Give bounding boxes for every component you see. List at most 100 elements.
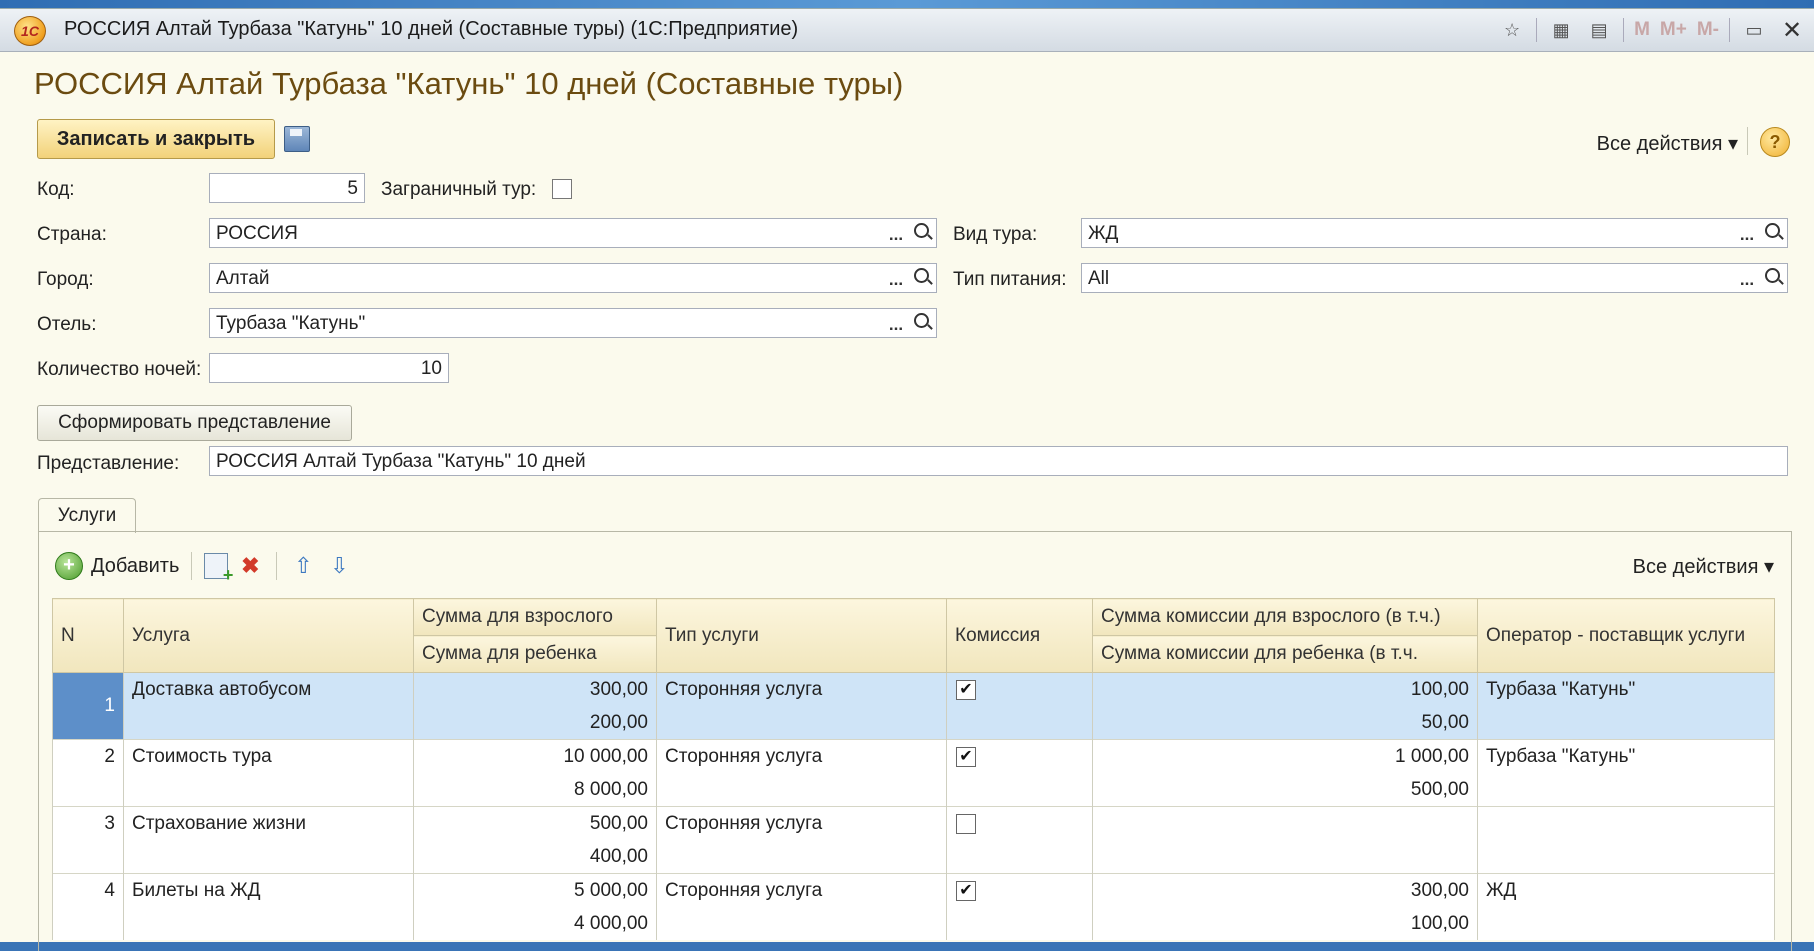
- child-sum-cell[interactable]: 4 000,00: [413, 907, 657, 940]
- operator-cell[interactable]: Турбаза "Катунь": [1477, 672, 1775, 740]
- hotel-field[interactable]: Турбаза "Катунь": [209, 308, 937, 338]
- move-up-icon[interactable]: ⇧: [289, 552, 317, 580]
- column-header-service[interactable]: Услуга: [123, 598, 414, 673]
- operator-cell[interactable]: [1477, 806, 1775, 874]
- column-header-operator[interactable]: Оператор - поставщик услуги: [1477, 598, 1775, 673]
- child-commission-cell[interactable]: 100,00: [1092, 907, 1478, 940]
- service-cell[interactable]: Билеты на ЖД: [123, 873, 414, 940]
- commission-cell[interactable]: ✔: [946, 672, 1093, 740]
- separator: [191, 552, 193, 580]
- meal-type-search-icon[interactable]: [1761, 263, 1785, 293]
- add-icon[interactable]: +: [55, 552, 83, 580]
- child-sum-cell[interactable]: 8 000,00: [413, 773, 657, 807]
- meal-type-field[interactable]: All: [1081, 263, 1788, 293]
- service-cell[interactable]: Стоимость тура: [123, 739, 414, 807]
- row-number: 2: [52, 739, 124, 807]
- column-header-adult-sum[interactable]: Сумма для взрослого: [413, 598, 657, 636]
- service-type-cell[interactable]: Сторонняя услуга: [656, 672, 947, 740]
- adult-commission-cell[interactable]: 300,00: [1092, 873, 1478, 907]
- tour-type-search-icon[interactable]: [1761, 218, 1785, 248]
- services-toolbar: + Добавить ✖ ⇧ ⇩: [55, 549, 353, 586]
- column-header-child-commission[interactable]: Сумма комиссии для ребенка (в т.ч.: [1092, 635, 1478, 673]
- service-cell[interactable]: Доставка автобусом: [123, 672, 414, 740]
- row-number: 1: [52, 672, 124, 740]
- memory-plus-button[interactable]: M+: [1660, 16, 1687, 44]
- child-commission-cell[interactable]: 500,00: [1092, 773, 1478, 807]
- adult-sum-cell[interactable]: 300,00: [413, 672, 657, 706]
- adult-commission-cell[interactable]: 100,00: [1092, 672, 1478, 706]
- child-sum-cell[interactable]: 400,00: [413, 840, 657, 874]
- separator: [1623, 18, 1625, 42]
- move-down-icon[interactable]: ⇩: [325, 552, 353, 580]
- service-cell[interactable]: Страхование жизни: [123, 806, 414, 874]
- adult-commission-cell[interactable]: 1 000,00: [1092, 739, 1478, 773]
- child-commission-cell[interactable]: 50,00: [1092, 706, 1478, 740]
- restore-icon[interactable]: ▭: [1740, 16, 1768, 44]
- add-button[interactable]: Добавить: [91, 555, 179, 578]
- city-field[interactable]: Алтай: [209, 263, 937, 293]
- column-header-service-type[interactable]: Тип услуги: [656, 598, 947, 673]
- table-row[interactable]: 4 Билеты на ЖД 5 000,00 Сторонняя услуга…: [52, 873, 1775, 940]
- column-header-child-sum[interactable]: Сумма для ребенка: [413, 635, 657, 673]
- calculator-icon[interactable]: ▦: [1547, 16, 1575, 44]
- country-field[interactable]: РОССИЯ: [209, 218, 937, 248]
- hotel-select-button[interactable]: ...: [884, 308, 908, 338]
- close-icon[interactable]: ✕: [1778, 16, 1806, 44]
- help-icon[interactable]: ?: [1760, 127, 1790, 157]
- foreign-tour-label: Заграничный тур:: [381, 179, 537, 200]
- table-row[interactable]: 2 Стоимость тура 10 000,00 Сторонняя усл…: [52, 739, 1775, 807]
- foreign-tour-checkbox[interactable]: [552, 179, 572, 199]
- operator-cell[interactable]: Турбаза "Катунь": [1477, 739, 1775, 807]
- service-type-cell[interactable]: Сторонняя услуга: [656, 873, 947, 940]
- nights-label: Количество ночей:: [37, 359, 202, 380]
- meal-type-select-button[interactable]: ...: [1735, 263, 1759, 293]
- nights-field[interactable]: 10: [209, 353, 449, 383]
- commission-cell[interactable]: ✔: [946, 739, 1093, 807]
- adult-sum-cell[interactable]: 5 000,00: [413, 873, 657, 907]
- adult-commission-cell[interactable]: [1092, 806, 1478, 840]
- commission-checkbox[interactable]: ✔: [956, 746, 976, 767]
- service-type-cell[interactable]: Сторонняя услуга: [656, 806, 947, 874]
- adult-sum-cell[interactable]: 10 000,00: [413, 739, 657, 773]
- commission-checkbox[interactable]: ✔: [956, 679, 976, 700]
- all-actions-menu[interactable]: Все действия ▾: [1597, 131, 1738, 156]
- services-all-actions-menu[interactable]: Все действия ▾: [1633, 554, 1774, 579]
- row-number: 3: [52, 806, 124, 874]
- memory-minus-button[interactable]: M-: [1697, 16, 1719, 44]
- calendar-icon[interactable]: ▤: [1585, 16, 1613, 44]
- favorite-icon[interactable]: ☆: [1498, 16, 1526, 44]
- column-header-adult-commission[interactable]: Сумма комиссии для взрослого (в т.ч.): [1092, 598, 1478, 636]
- commission-cell[interactable]: ✔: [946, 873, 1093, 940]
- code-label: Код:: [37, 179, 75, 200]
- commission-checkbox[interactable]: [956, 813, 976, 834]
- column-header-n[interactable]: N: [52, 598, 124, 673]
- adult-sum-cell[interactable]: 500,00: [413, 806, 657, 840]
- operator-cell[interactable]: ЖД: [1477, 873, 1775, 940]
- save-and-close-button[interactable]: Записать и закрыть: [37, 119, 275, 159]
- column-header-commission[interactable]: Комиссия: [946, 598, 1093, 673]
- service-type-cell[interactable]: Сторонняя услуга: [656, 739, 947, 807]
- code-field[interactable]: 5: [209, 173, 365, 203]
- hotel-search-icon[interactable]: [910, 308, 934, 338]
- tour-type-label: Вид тура:: [953, 224, 1038, 245]
- copy-icon[interactable]: [204, 553, 233, 586]
- delete-icon[interactable]: ✖: [236, 552, 264, 580]
- city-search-icon[interactable]: [910, 263, 934, 293]
- tab-services[interactable]: Услуги: [38, 498, 136, 533]
- presentation-field[interactable]: РОССИЯ Алтай Турбаза "Катунь" 10 дней: [209, 446, 1788, 476]
- generate-presentation-button[interactable]: Сформировать представление: [37, 405, 352, 441]
- country-select-button[interactable]: ...: [884, 218, 908, 248]
- city-select-button[interactable]: ...: [884, 263, 908, 293]
- table-row[interactable]: 3 Страхование жизни 500,00 Сторонняя усл…: [52, 806, 1775, 874]
- hotel-label: Отель:: [37, 314, 97, 335]
- country-search-icon[interactable]: [910, 218, 934, 248]
- tour-type-field[interactable]: ЖД: [1081, 218, 1788, 248]
- table-row[interactable]: 1 Доставка автобусом 300,00 Сторонняя ус…: [52, 672, 1775, 740]
- child-commission-cell[interactable]: [1092, 840, 1478, 874]
- child-sum-cell[interactable]: 200,00: [413, 706, 657, 740]
- commission-checkbox[interactable]: ✔: [956, 880, 976, 901]
- tour-type-select-button[interactable]: ...: [1735, 218, 1759, 248]
- commission-cell[interactable]: [946, 806, 1093, 874]
- memory-m-button[interactable]: M: [1634, 16, 1650, 44]
- save-icon[interactable]: [284, 126, 310, 152]
